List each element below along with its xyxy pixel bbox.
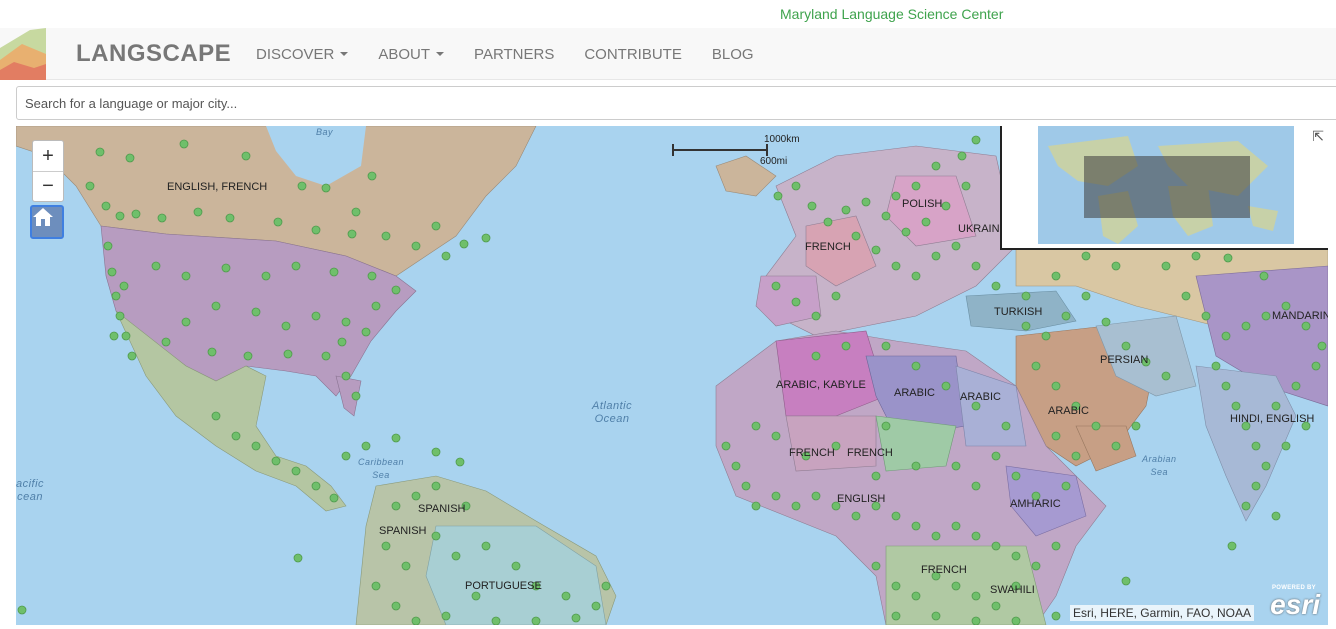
top-strip: Maryland Language Science Center xyxy=(0,0,1336,28)
zoom-out-button[interactable]: − xyxy=(33,171,63,201)
org-link[interactable]: Maryland Language Science Center xyxy=(780,6,1003,22)
logo-mark-icon[interactable] xyxy=(0,28,46,80)
zoom-in-button[interactable]: + xyxy=(33,141,63,171)
scale-km-label: 1000km xyxy=(764,134,800,145)
overview-map[interactable]: ⇱ xyxy=(1000,126,1328,250)
esri-wordmark: esri xyxy=(1270,589,1320,620)
nav-discover-label: DISCOVER xyxy=(256,45,335,63)
nav-discover[interactable]: DISCOVER xyxy=(256,45,349,63)
caret-down-icon xyxy=(436,52,445,56)
scale-bar: 1000km 600mi xyxy=(672,134,800,167)
map-attribution: Esri, HERE, Garmin, FAO, NOAA xyxy=(1069,605,1254,621)
nav-contribute[interactable]: CONTRIBUTE xyxy=(584,46,682,63)
nav-about[interactable]: ABOUT xyxy=(378,45,445,63)
overview-extent-box[interactable] xyxy=(1084,156,1250,218)
zoom-control: + − xyxy=(32,140,64,202)
nav-blog-label: BLOG xyxy=(711,45,754,63)
nav-blog[interactable]: BLOG xyxy=(712,46,754,63)
nav-about-label: ABOUT xyxy=(378,45,431,63)
nav-partners[interactable]: PARTNERS xyxy=(474,46,554,63)
main-nav: DISCOVER ABOUT PARTNERS CONTRIBUTE BLOG xyxy=(256,28,784,80)
overview-toggle-icon[interactable]: ⇱ xyxy=(1312,128,1324,145)
overview-mini-map[interactable] xyxy=(1038,126,1294,244)
home-button[interactable] xyxy=(30,205,64,239)
esri-logo[interactable]: POWERED BY esri xyxy=(1260,585,1320,619)
home-icon xyxy=(33,208,53,226)
caret-down-icon xyxy=(340,52,349,56)
language-search-input[interactable] xyxy=(16,86,1336,120)
scale-mi-label: 600mi xyxy=(760,156,788,167)
brand-logo-text[interactable]: LANGSCAPE xyxy=(76,40,231,68)
nav-partners-label: PARTNERS xyxy=(474,45,555,63)
navbar: LANGSCAPE DISCOVER ABOUT PARTNERS CONTRI… xyxy=(0,28,1336,80)
nav-contribute-label: CONTRIBUTE xyxy=(584,45,682,63)
language-map[interactable]: Bay Atlantic Ocean Caribbean Sea Arabian Se… xyxy=(16,126,1328,625)
